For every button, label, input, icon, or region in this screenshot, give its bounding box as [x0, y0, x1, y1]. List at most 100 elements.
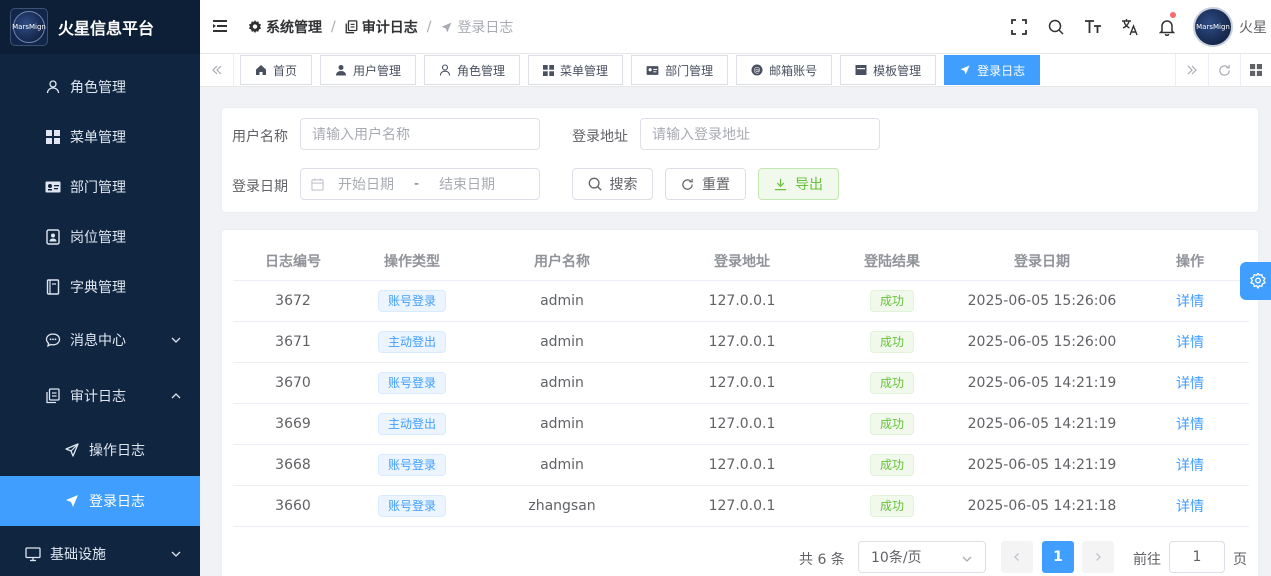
tab-label: 首页 [273, 63, 298, 78]
book-icon [45, 279, 61, 295]
breadcrumb-separator: / [426, 19, 432, 35]
breadcrumb-label: 审计日志 [361, 20, 418, 36]
cell-result: 成功 [831, 372, 953, 394]
goto-page-input[interactable]: 1 [1169, 541, 1225, 573]
tab-label: 用户管理 [353, 63, 402, 78]
cell-id: 3671 [275, 334, 311, 350]
tab-label: 登录日志 [977, 63, 1026, 78]
breadcrumb-label: 登录日志 [457, 20, 514, 36]
tab-template[interactable]: 模板管理 [840, 55, 937, 85]
export-button-label: 导出 [795, 177, 823, 193]
sidebar-item-operlog[interactable]: 操作日志 [0, 424, 200, 476]
date-start: 开始日期 [338, 177, 394, 193]
sidebar-item-label: 岗位管理 [70, 230, 126, 246]
page-size-select[interactable]: 10条/页 [858, 541, 986, 573]
page-number-button[interactable]: 1 [1042, 541, 1074, 573]
user-outline-icon [439, 64, 451, 76]
search-icon [588, 177, 602, 191]
breadcrumb-item[interactable]: 审计日志 [345, 17, 418, 37]
table-row: 3670 账号登录 admin 127.0.0.1 成功 2025-06-05 … [233, 363, 1249, 404]
export-button[interactable]: 导出 [758, 168, 839, 200]
sidebar-item-post[interactable]: 岗位管理 [0, 212, 200, 262]
at-icon: @ [751, 64, 763, 76]
detail-link[interactable]: 详情 [1176, 414, 1204, 434]
sidebar-item-role[interactable]: 角色管理 [0, 62, 200, 112]
cell-type: 主动登出 [353, 413, 471, 435]
refresh-button[interactable] [1209, 54, 1241, 86]
detail-link[interactable]: 详情 [1176, 373, 1204, 393]
sidebar-item-menu[interactable]: 菜单管理 [0, 112, 200, 162]
sidebar-item-label: 角色管理 [70, 80, 126, 96]
sidebar-item-loginlog[interactable]: 登录日志 [0, 476, 200, 526]
cell-id: 3669 [275, 416, 311, 432]
tabs-menu-button[interactable] [1241, 54, 1271, 86]
language-button[interactable] [1111, 0, 1148, 54]
date-range-picker[interactable]: 开始日期 - 结束日期 [300, 168, 540, 200]
tab-home[interactable]: 首页 [240, 55, 313, 85]
username-input[interactable]: 请输入用户名称 [300, 118, 540, 150]
sidebar-item-infra[interactable]: 基础设施 [0, 526, 200, 576]
sidebar-item-label: 字典管理 [70, 280, 126, 296]
next-page-button[interactable] [1082, 541, 1114, 573]
table-header: 日志编号 操作类型 用户名称 登录地址 登陆结果 登录日期 操作 [233, 241, 1249, 281]
cell-id: 3660 [275, 498, 311, 514]
username[interactable]: 火星 [1239, 17, 1271, 37]
type-tag: 账号登录 [377, 372, 446, 394]
address-input[interactable]: 请输入登录地址 [640, 118, 880, 150]
cell-result: 成功 [831, 290, 953, 312]
table-row: 3668 账号登录 admin 127.0.0.1 成功 2025-06-05 … [233, 445, 1249, 486]
tags-view-bar: 首页 用户管理 角色管理 菜单管理 部门管理 @ 邮箱账号 模板管理 登录日志 [200, 54, 1271, 87]
reset-button[interactable]: 重置 [665, 168, 746, 200]
detail-link[interactable]: 详情 [1176, 291, 1204, 311]
detail-link[interactable]: 详情 [1176, 332, 1204, 352]
tab-role[interactable]: 角色管理 [424, 55, 521, 85]
search-button-label: 搜索 [609, 177, 638, 193]
avatar[interactable]: MarsMign [1193, 7, 1233, 47]
settings-button[interactable] [1240, 262, 1271, 300]
breadcrumb-item[interactable]: 系统管理 [248, 17, 322, 37]
notification-button[interactable] [1148, 0, 1185, 54]
copy-icon [45, 388, 61, 404]
search-icon [1048, 19, 1064, 35]
cell-address: 127.0.0.1 [708, 293, 776, 309]
font-size-button[interactable] [1074, 0, 1111, 54]
sidebar-item-audit[interactable]: 审计日志 [0, 368, 200, 424]
cell-result: 成功 [831, 495, 953, 517]
grid-icon [1250, 64, 1262, 76]
send-outline-icon [64, 442, 80, 458]
detail-link[interactable]: 详情 [1176, 496, 1204, 516]
fullscreen-button[interactable] [1000, 0, 1037, 54]
grid-icon [543, 64, 555, 76]
calendar-icon [311, 177, 324, 191]
detail-link[interactable]: 详情 [1176, 455, 1204, 475]
search-button[interactable]: 搜索 [572, 168, 653, 200]
hamburger-icon[interactable] [212, 18, 228, 34]
chevron-down-icon [962, 556, 972, 562]
cell-address: 127.0.0.1 [708, 457, 776, 473]
sidebar-item-dict[interactable]: 字典管理 [0, 262, 200, 312]
tab-dept[interactable]: 部门管理 [631, 55, 729, 85]
fullscreen-icon [1010, 19, 1027, 35]
search-button[interactable] [1037, 0, 1074, 54]
status-badge: 成功 [869, 454, 914, 476]
column-header: 日志编号 [265, 253, 321, 270]
cell-user: admin [540, 416, 584, 432]
sidebar-item-label: 基础设施 [50, 547, 106, 563]
tab-menu[interactable]: 菜单管理 [528, 55, 624, 85]
status-badge: 成功 [869, 331, 914, 353]
page-size-value: 10条/页 [871, 550, 922, 566]
cell-user: admin [540, 375, 584, 391]
table-row: 3672 账号登录 admin 127.0.0.1 成功 2025-06-05 … [233, 281, 1249, 322]
table-row: 3660 账号登录 zhangsan 127.0.0.1 成功 2025-06-… [233, 486, 1249, 527]
refresh-icon [682, 178, 693, 190]
breadcrumb: 系统管理 / 审计日志 / 登录日志 [248, 17, 513, 37]
tab-mail-account[interactable]: @ 邮箱账号 [736, 55, 833, 85]
sidebar-item-dept[interactable]: 部门管理 [0, 162, 200, 212]
tab-login-log[interactable]: 登录日志 [944, 55, 1041, 85]
scroll-right-button[interactable] [1175, 54, 1209, 86]
prev-page-button[interactable] [1001, 541, 1033, 573]
tab-user[interactable]: 用户管理 [320, 55, 417, 85]
translate-icon [1121, 19, 1138, 36]
sidebar-item-message[interactable]: 消息中心 [0, 312, 200, 368]
scroll-left-button[interactable] [200, 54, 234, 86]
